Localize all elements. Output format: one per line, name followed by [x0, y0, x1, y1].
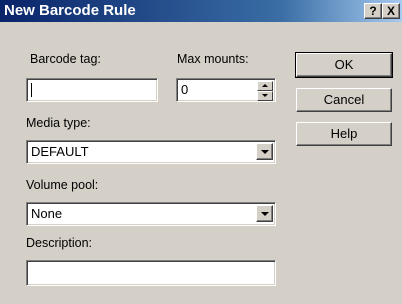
volume-pool-label: Volume pool: [26, 178, 99, 192]
close-icon[interactable]: X [382, 3, 400, 19]
media-type-select[interactable]: DEFAULT [26, 140, 276, 164]
volume-pool-select[interactable]: None [26, 202, 276, 226]
volume-pool-dropdown-button[interactable] [256, 205, 273, 222]
media-type-label: Media type: [26, 116, 91, 130]
max-mounts-value: 0 [181, 82, 189, 97]
description-label: Description: [26, 236, 92, 250]
max-mounts-label: Max mounts: [177, 52, 249, 66]
barcode-tag-label: Barcode tag: [30, 52, 101, 66]
cancel-button[interactable]: Cancel [296, 88, 392, 112]
volume-pool-value: None [31, 206, 63, 221]
arrow-down-icon [262, 94, 268, 97]
title-bar: New Barcode Rule ? X [0, 0, 402, 22]
arrow-up-icon [262, 84, 268, 87]
help-button[interactable]: Help [296, 122, 392, 146]
chevron-down-icon [261, 212, 269, 216]
spin-up-button[interactable] [257, 81, 273, 91]
media-type-dropdown-button[interactable] [256, 143, 273, 160]
description-input[interactable] [26, 260, 276, 286]
chevron-down-icon [261, 150, 269, 154]
window-title: New Barcode Rule [4, 2, 136, 19]
max-mounts-stepper[interactable]: 0 [176, 78, 276, 102]
help-icon[interactable]: ? [364, 3, 382, 19]
spin-down-button[interactable] [257, 91, 273, 101]
text-caret [31, 83, 32, 97]
media-type-value: DEFAULT [31, 144, 89, 159]
ok-button[interactable]: OK [295, 52, 393, 78]
barcode-tag-input[interactable] [26, 78, 158, 102]
